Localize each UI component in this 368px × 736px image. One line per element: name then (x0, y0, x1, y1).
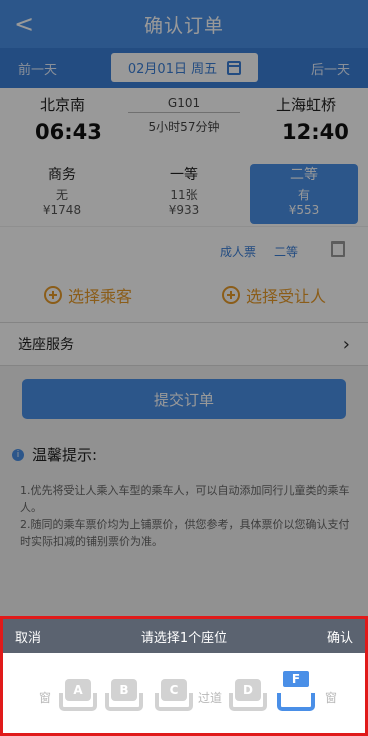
window-label-left: 窗 (39, 691, 52, 705)
seat-f-selected[interactable]: F (277, 671, 315, 715)
modal-overlay[interactable] (0, 0, 368, 618)
confirm-button[interactable]: 确认 (327, 627, 353, 646)
seat-selection-sheet: 取消 请选择1个座位 确认 窗 A B C 过道 D F 窗 (0, 616, 368, 736)
seat-c[interactable]: C (155, 679, 193, 715)
seat-base (155, 693, 193, 711)
seat-base (59, 693, 97, 711)
seat-b[interactable]: B (105, 679, 143, 715)
sheet-title: 请选择1个座位 (140, 630, 228, 646)
seat-base (105, 693, 143, 711)
cancel-button[interactable]: 取消 (15, 627, 41, 646)
window-label-right: 窗 (325, 691, 338, 705)
seat-base (277, 693, 315, 711)
seat-base (229, 693, 267, 711)
seat-letter: F (283, 671, 309, 687)
seat-d[interactable]: D (229, 679, 267, 715)
seat-a[interactable]: A (59, 679, 97, 715)
sheet-toolbar: 取消 请选择1个座位 确认 (3, 619, 365, 653)
seat-row: 窗 A B C 过道 D F 窗 (3, 671, 365, 723)
aisle-label: 过道 (198, 691, 223, 705)
